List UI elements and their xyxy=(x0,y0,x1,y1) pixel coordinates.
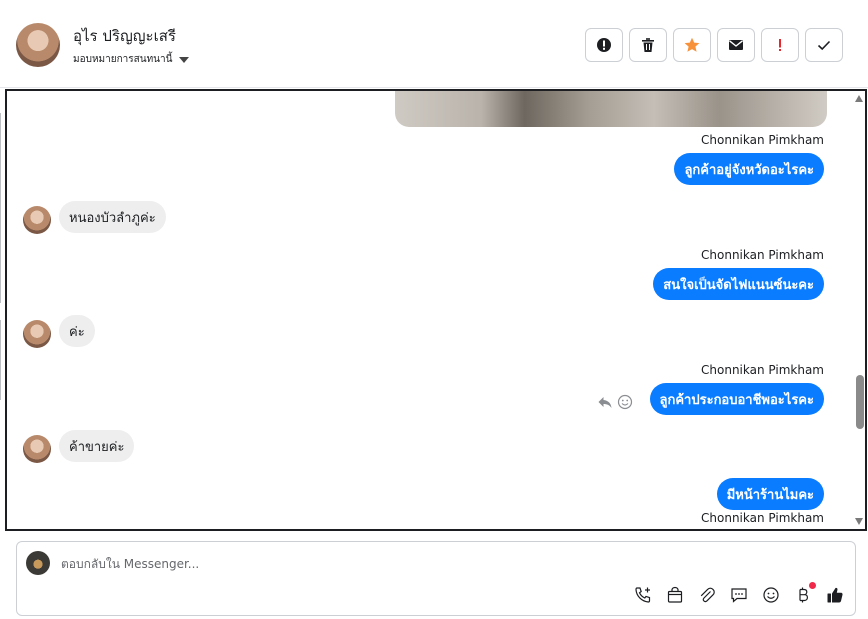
baht-icon xyxy=(799,587,809,603)
done-button[interactable] xyxy=(805,28,843,62)
notification-dot xyxy=(809,582,816,589)
conversation-header: อุไร ปริญญะเสรี มอบหมายการสนทนานี้ xyxy=(0,0,868,88)
assign-conversation-dropdown[interactable]: มอบหมายการสนทนานี้ xyxy=(73,52,190,67)
check-icon xyxy=(817,40,831,51)
sender-name: Chonnikan Pimkham xyxy=(701,511,824,525)
mark-unread-button[interactable] xyxy=(717,28,755,62)
incoming-message[interactable]: ค่ะ xyxy=(59,315,95,347)
saved-replies-button[interactable] xyxy=(729,585,749,605)
important-button[interactable] xyxy=(761,28,799,62)
sender-name: Chonnikan Pimkham xyxy=(701,248,824,262)
alert-circle-icon xyxy=(597,38,611,52)
message-composer xyxy=(16,541,856,616)
assign-label: มอบหมายการสนทนานี้ xyxy=(73,54,173,65)
sender-name: Chonnikan Pimkham xyxy=(701,363,824,377)
conversation-actions xyxy=(585,28,843,62)
left-border xyxy=(0,320,1,400)
contact-name[interactable]: อุไร ปริญญะเสรี xyxy=(73,24,176,48)
payment-button[interactable] xyxy=(793,582,816,605)
scroll-down-arrow-icon[interactable] xyxy=(855,518,863,525)
contact-avatar[interactable] xyxy=(23,206,51,234)
outgoing-message[interactable]: มีหน้าร้านไมคะ xyxy=(716,478,824,510)
exclamation-icon xyxy=(779,39,781,51)
attach-button[interactable] xyxy=(697,585,717,605)
shop-button[interactable] xyxy=(665,585,685,605)
call-button[interactable] xyxy=(633,585,653,605)
thumbs-up-icon xyxy=(827,587,843,603)
page-avatar xyxy=(26,551,50,575)
star-icon xyxy=(684,37,700,52)
trash-icon xyxy=(642,38,654,52)
conversation-view: อุไร ปริญญะเสรี มอบหมายการสนทนานี้ Chonn… xyxy=(0,0,868,619)
sender-name: Chonnikan Pimkham xyxy=(701,133,824,147)
composer-tools xyxy=(633,582,845,605)
emoji-button[interactable] xyxy=(761,585,781,605)
message-thread[interactable]: Chonnikan Pimkham ลูกค้าอยู่จังหวัดอะไรค… xyxy=(5,89,867,531)
delete-button[interactable] xyxy=(629,28,667,62)
contact-avatar[interactable] xyxy=(16,23,60,67)
react-emoji-icon[interactable] xyxy=(617,394,633,410)
outgoing-message[interactable]: ลูกค้าประกอบอาชีพอะไรคะ xyxy=(649,383,824,415)
scrollbar-thumb[interactable] xyxy=(856,375,864,429)
shared-image[interactable] xyxy=(395,91,827,127)
left-border xyxy=(0,113,1,303)
reply-input[interactable] xyxy=(61,554,821,574)
phone-plus-icon xyxy=(635,587,651,603)
like-button[interactable] xyxy=(825,585,845,605)
outgoing-message[interactable]: ลูกค้าอยู่จังหวัดอะไรคะ xyxy=(674,153,824,185)
emoji-icon xyxy=(763,587,779,603)
contact-avatar[interactable] xyxy=(23,320,51,348)
caret-down-icon xyxy=(179,56,190,63)
chat-bubble-icon xyxy=(731,588,747,603)
spam-button[interactable] xyxy=(585,28,623,62)
message-actions xyxy=(597,394,633,410)
reply-icon[interactable] xyxy=(597,394,613,410)
scroll-up-arrow-icon[interactable] xyxy=(855,95,863,102)
shopping-bag-icon xyxy=(667,586,683,603)
star-button[interactable] xyxy=(673,28,711,62)
incoming-message[interactable]: ค้าขายค่ะ xyxy=(59,430,135,462)
paperclip-icon xyxy=(700,587,715,603)
contact-avatar[interactable] xyxy=(23,435,51,463)
incoming-message[interactable]: หนองบัวลำภูค่ะ xyxy=(59,201,166,233)
envelope-icon xyxy=(729,40,743,50)
outgoing-message[interactable]: สนใจเป็นจัดไฟแนนซ์นะคะ xyxy=(653,268,824,300)
